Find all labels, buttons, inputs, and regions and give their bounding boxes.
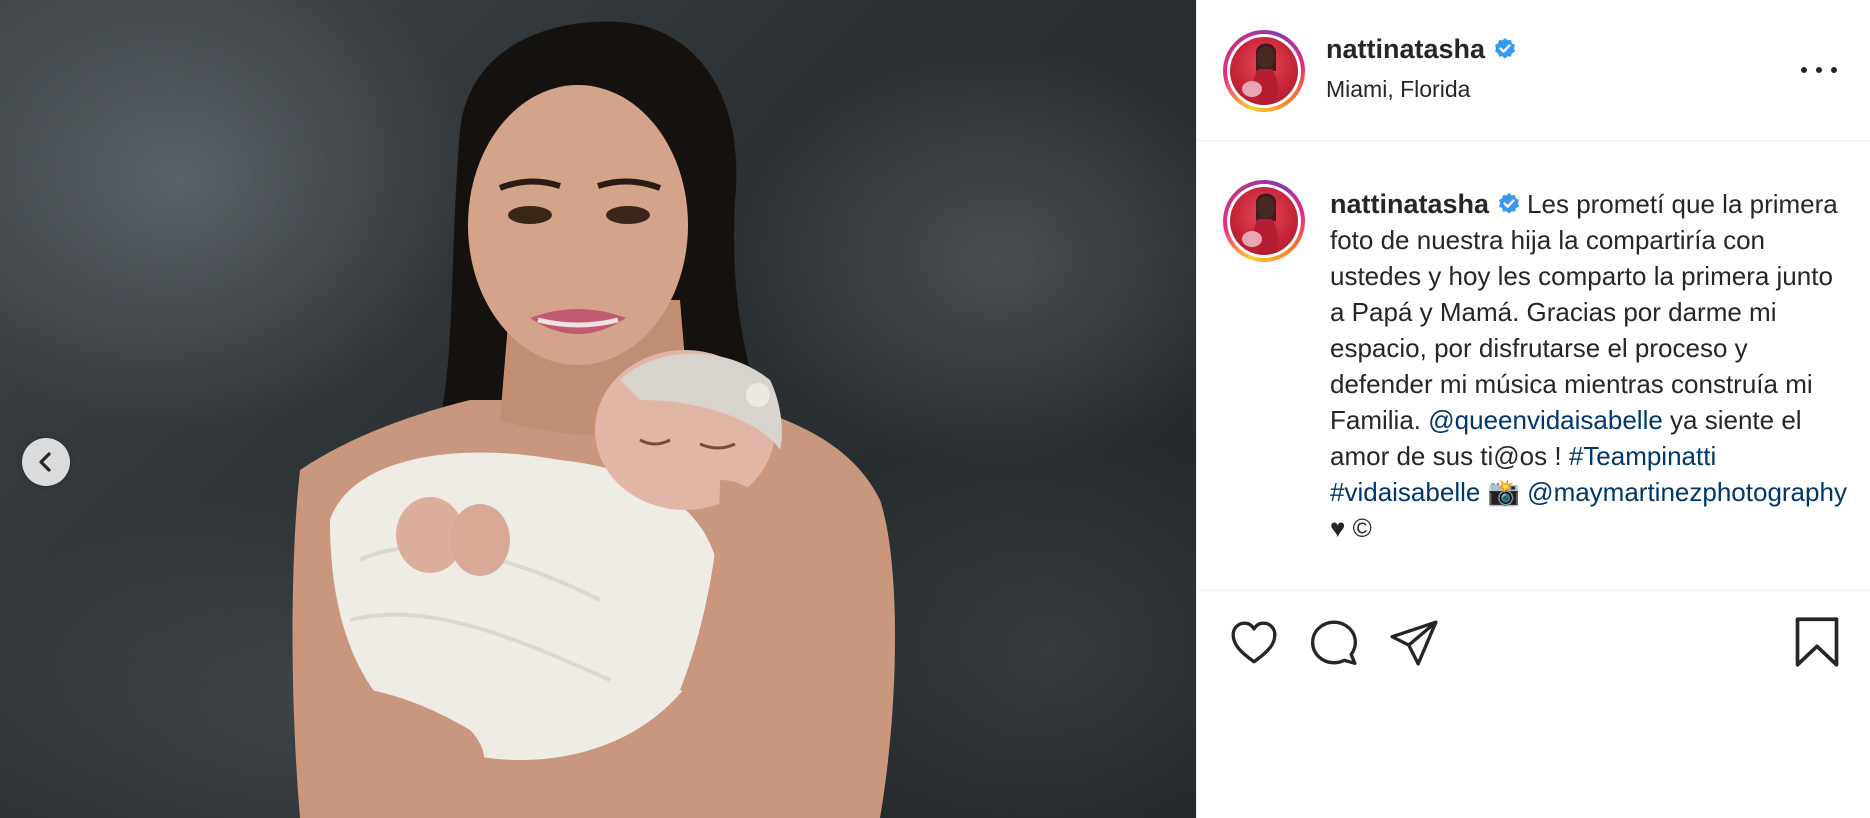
avatar[interactable] (1223, 30, 1305, 112)
caption-avatar[interactable] (1223, 180, 1305, 262)
caption-text: Les prometí que la primera foto de nuest… (1330, 189, 1838, 435)
bookmark-icon (1795, 617, 1839, 667)
previous-photo-button[interactable] (22, 438, 70, 486)
post-photo (0, 0, 1196, 818)
camera-emoji: 📸 (1487, 477, 1520, 507)
avatar-photo (1230, 187, 1298, 255)
caption-text: ♥ © (1330, 513, 1372, 543)
avatar-photo (1230, 37, 1298, 105)
like-button[interactable] (1229, 618, 1279, 673)
chevron-left-icon (39, 452, 51, 472)
mention-link[interactable]: @queenvidaisabelle (1428, 405, 1663, 435)
post-caption: nattinatasha Les prometí que la primera … (1330, 186, 1850, 546)
more-options-icon[interactable] (1801, 56, 1837, 84)
comments-section: nattinatasha Les prometí que la primera … (1197, 142, 1870, 589)
post-header: nattinatasha Miami, Florida (1197, 0, 1870, 141)
post-location[interactable]: Miami, Florida (1326, 76, 1470, 103)
header-username[interactable]: nattinatasha (1326, 34, 1517, 65)
verified-badge-icon (1499, 193, 1520, 214)
hashtag-link[interactable]: #Teampinatti (1569, 441, 1716, 471)
save-button[interactable] (1793, 616, 1841, 673)
action-bar (1197, 590, 1870, 818)
share-icon (1390, 620, 1438, 666)
heart-icon (1231, 621, 1277, 664)
hashtag-link[interactable]: #vidaisabelle (1330, 477, 1480, 507)
comment-button[interactable] (1309, 618, 1359, 673)
share-button[interactable] (1389, 618, 1439, 673)
photo-scene (292, 21, 895, 818)
caption-username[interactable]: nattinatasha (1330, 189, 1489, 219)
verified-badge-icon (1495, 38, 1516, 59)
post-side-panel: nattinatasha Miami, Florida nattinatasha… (1196, 0, 1870, 818)
mention-link[interactable]: @maymartinezphotography (1527, 477, 1847, 507)
comment-icon (1310, 620, 1358, 665)
